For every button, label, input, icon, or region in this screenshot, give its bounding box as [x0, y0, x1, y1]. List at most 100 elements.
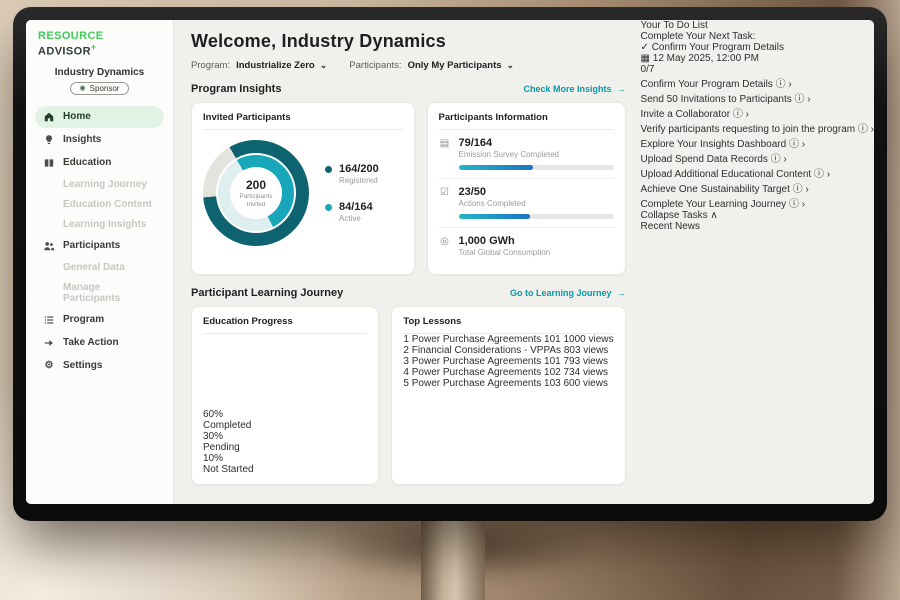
- task-list-card: Confirm Your Program Details ⓘ › Send 50…: [641, 75, 874, 221]
- progress-bar: [459, 165, 614, 170]
- participants-filter-value: Only My Participants: [408, 60, 502, 71]
- program-filter-label: Program:: [191, 60, 230, 71]
- home-icon: [43, 111, 55, 123]
- list-icon: [43, 314, 55, 326]
- todo-column: Your To Do List Complete Your Next Task:…: [641, 20, 874, 504]
- sidebar-item-take-action[interactable]: Take Action: [35, 332, 164, 354]
- donut-center-value: 200: [246, 178, 266, 192]
- chevron-right-icon[interactable]: ›: [807, 94, 810, 105]
- gear-icon: ⚙: [43, 360, 55, 372]
- arrow-right-icon: →: [617, 84, 626, 94]
- lesson-link[interactable]: Power Purchase Agreements 103: [412, 378, 561, 389]
- sidebar-nav: Home Insights Education Learning Journey: [35, 106, 164, 377]
- legend-item-pending: 30% Pending: [203, 431, 367, 453]
- info-icon: ⓘ: [795, 94, 805, 105]
- legend-item-not-started: 10% Not Started: [203, 453, 367, 475]
- chevron-right-icon[interactable]: ›: [802, 199, 805, 210]
- photo-backdrop: RESOURCE ADVISOR+ Industry Dynamics ◉ Sp…: [0, 0, 900, 600]
- monitor-stand: [421, 520, 485, 600]
- sidebar-item-manage-participants[interactable]: Manage Participants: [35, 278, 164, 308]
- lesson-link[interactable]: Financial Considerations - VPPAs: [412, 345, 561, 356]
- go-to-learning-journey-link[interactable]: Go to Learning Journey →: [510, 288, 626, 298]
- task-row-explore-insights[interactable]: Explore Your Insights Dashboard ⓘ ›: [641, 135, 874, 150]
- sponsor-icon: ◉: [80, 84, 86, 92]
- chevron-right-icon[interactable]: ›: [788, 79, 791, 90]
- chevron-up-icon: ∧: [710, 210, 717, 221]
- chevron-down-icon: ⌄: [320, 61, 328, 70]
- lesson-link[interactable]: Power Purchase Agreements 101: [412, 334, 561, 345]
- calendar-icon: ▦: [641, 53, 650, 64]
- lesson-link[interactable]: Power Purchase Agreements 101: [412, 356, 561, 367]
- sidebar-item-label: General Data: [63, 262, 125, 273]
- todo-subtitle: Complete Your Next Task:: [641, 31, 874, 42]
- todo-progress-value: 0/7: [641, 64, 874, 75]
- section-title: Participant Learning Journey: [191, 287, 343, 299]
- chevron-right-icon[interactable]: ›: [746, 109, 749, 120]
- sidebar-item-label: Insights: [63, 134, 101, 145]
- sidebar-item-home[interactable]: Home: [35, 106, 164, 128]
- chevron-right-icon[interactable]: ›: [871, 124, 874, 135]
- invited-donut-chart: 200 Participants Invited: [203, 140, 309, 246]
- sidebar: RESOURCE ADVISOR+ Industry Dynamics ◉ Sp…: [26, 20, 174, 504]
- lesson-row: 5 Power Purchase Agreements 103 600 view…: [403, 378, 613, 389]
- sidebar-item-program[interactable]: Program: [35, 309, 164, 331]
- info-icon: ⓘ: [789, 139, 799, 150]
- sponsor-badge: ◉ Sponsor: [70, 82, 130, 95]
- sidebar-item-education-content[interactable]: Education Content: [35, 195, 164, 214]
- sidebar-item-learning-journey[interactable]: Learning Journey: [35, 175, 164, 194]
- check-more-insights-link[interactable]: Check More Insights →: [524, 84, 626, 94]
- check-icon: ✓: [641, 42, 649, 53]
- chevron-right-icon[interactable]: ›: [827, 169, 830, 180]
- sidebar-item-label: Program: [63, 314, 104, 325]
- checklist-icon: ☑: [439, 187, 451, 198]
- participants-filter-label: Participants:: [349, 60, 401, 71]
- todo-progress-ring: 0/7: [641, 64, 874, 75]
- chevron-down-icon: ⌄: [507, 61, 515, 70]
- program-insights-header: Program Insights Check More Insights →: [191, 83, 626, 95]
- card-title: Education Progress: [203, 316, 367, 334]
- people-icon: [43, 240, 55, 252]
- logo-secondary: ADVISOR: [38, 46, 91, 58]
- sidebar-item-learning-insights[interactable]: Learning Insights: [35, 215, 164, 234]
- lesson-link[interactable]: Power Purchase Agreements 102: [412, 367, 561, 378]
- sidebar-item-education[interactable]: Education: [35, 152, 164, 174]
- chevron-right-icon[interactable]: ›: [783, 154, 786, 165]
- sidebar-item-label: Education: [63, 157, 111, 168]
- book-icon: [43, 157, 55, 169]
- info-row-global-consumption: ◎ 1,000 GWh Total Global Consumption: [439, 228, 614, 265]
- participants-filter[interactable]: Participants: Only My Participants ⌄: [349, 60, 514, 71]
- legend-item-registered: 164/200 Registered: [325, 163, 379, 185]
- collapse-tasks-link[interactable]: Collapse Tasks ∧: [641, 210, 874, 221]
- task-row-confirm-program[interactable]: Confirm Your Program Details ⓘ ›: [641, 75, 874, 90]
- task-row-upload-spend-data[interactable]: Upload Spend Data Records ⓘ ›: [641, 150, 874, 165]
- organization-block: Industry Dynamics ◉ Sponsor: [35, 67, 164, 95]
- education-progress-card: Education Progress 150 Participants: [191, 306, 379, 485]
- info-icon: ⓘ: [776, 79, 786, 90]
- task-row-invite-collaborator[interactable]: Invite a Collaborator ⓘ ›: [641, 105, 874, 120]
- sidebar-item-general-data[interactable]: General Data: [35, 258, 164, 277]
- sidebar-item-insights[interactable]: Insights: [35, 129, 164, 151]
- sidebar-item-participants[interactable]: Participants: [35, 235, 164, 257]
- chevron-right-icon[interactable]: ›: [802, 139, 805, 150]
- task-row-send-invitations[interactable]: Send 50 Invitations to Participants ⓘ ›: [641, 90, 874, 105]
- card-title: Top Lessons: [403, 316, 613, 334]
- sidebar-item-settings[interactable]: ⚙ Settings: [35, 355, 164, 377]
- program-filter[interactable]: Program: Industrialize Zero⌄: [191, 60, 327, 71]
- progress-bar: [459, 214, 614, 219]
- sidebar-item-label: Settings: [63, 360, 102, 371]
- info-icon: ⓘ: [771, 154, 781, 165]
- filters-row: Program: Industrialize Zero⌄ Participant…: [191, 60, 626, 71]
- task-row-complete-learning-journey[interactable]: Complete Your Learning Journey ⓘ ›: [641, 195, 874, 210]
- task-row-achieve-target[interactable]: Achieve One Sustainability Target ⓘ ›: [641, 180, 874, 195]
- gauge-legend: 60% Completed 30% Pending: [203, 409, 367, 475]
- lesson-row: 4 Power Purchase Agreements 102 734 view…: [403, 367, 613, 378]
- next-task-pill[interactable]: ✓ Confirm Your Program Details: [641, 42, 874, 53]
- invited-participants-card: Invited Participants 200 Participants In…: [191, 102, 415, 275]
- chevron-right-icon[interactable]: ›: [805, 184, 808, 195]
- learning-cards-row: Education Progress 150 Participants: [191, 306, 626, 485]
- card-title: Invited Participants: [203, 112, 403, 130]
- info-icon: ⓘ: [733, 109, 743, 120]
- task-row-verify-participants[interactable]: Verify participants requesting to join t…: [641, 120, 874, 135]
- task-row-upload-educational-content[interactable]: Upload Additional Educational Content ⓘ …: [641, 165, 874, 180]
- organization-name: Industry Dynamics: [35, 67, 164, 78]
